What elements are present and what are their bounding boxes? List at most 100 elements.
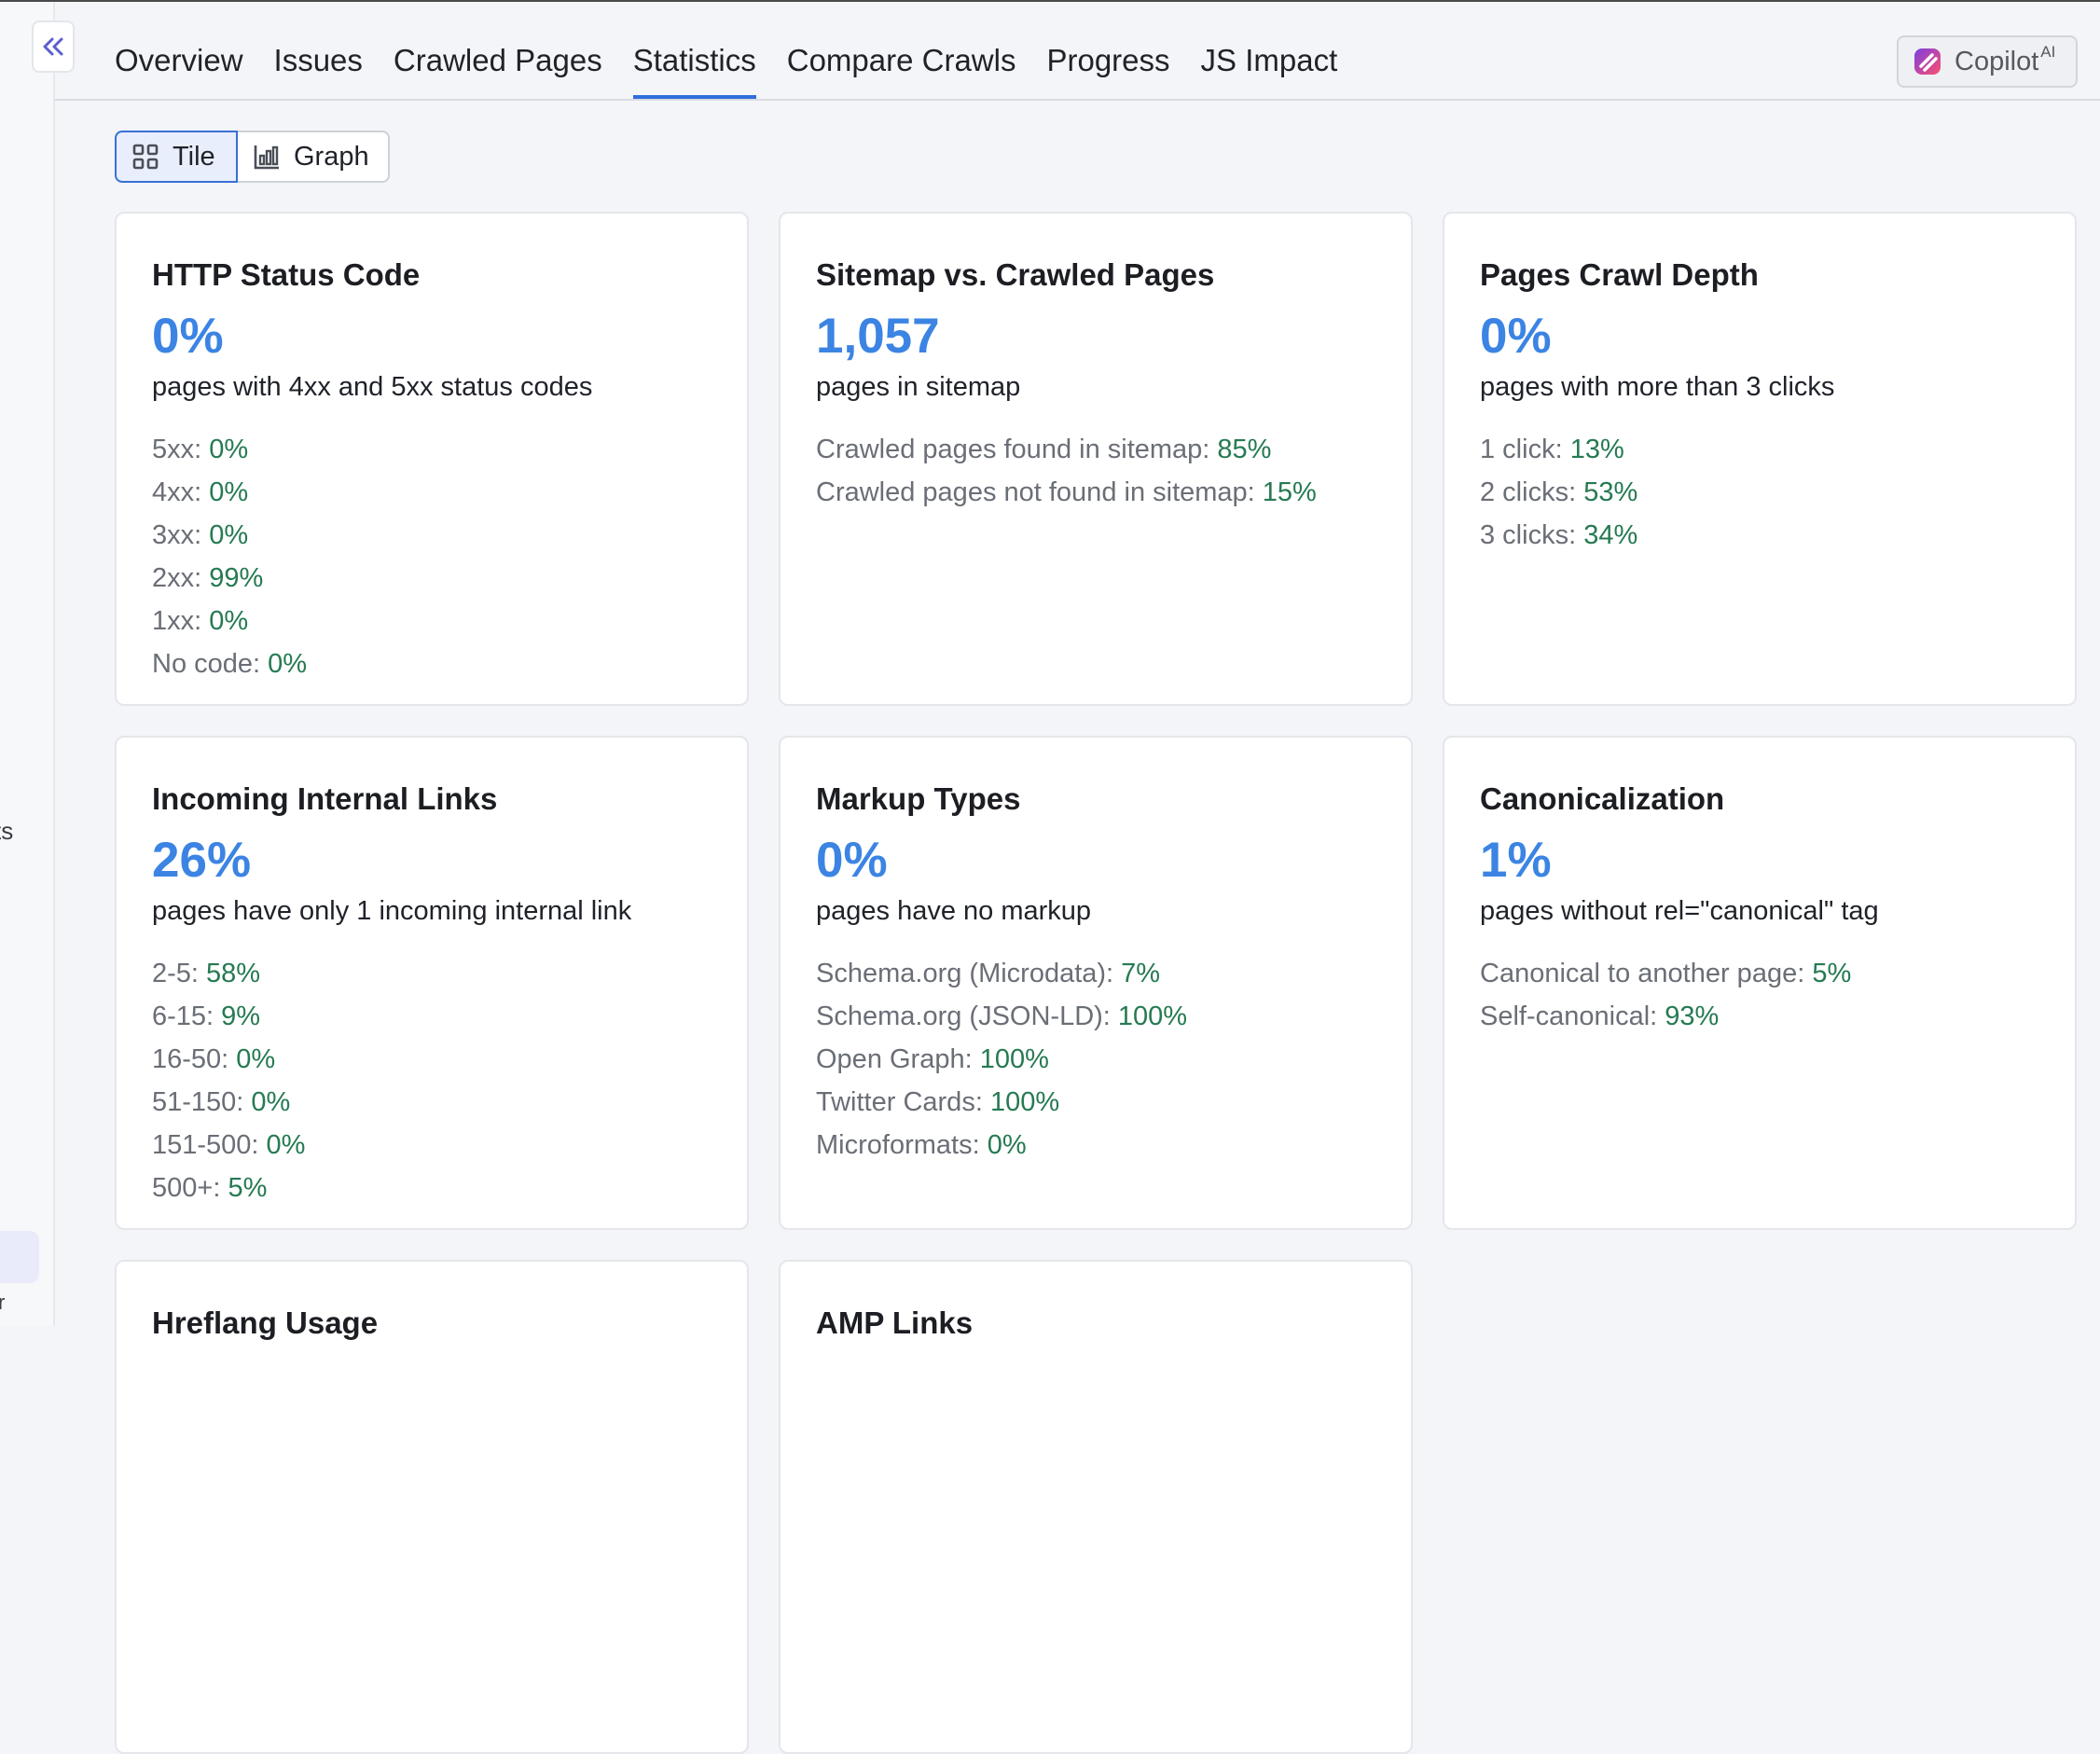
card-breakdown-list: Schema.org (Microdata): 7% Schema.org (JS… [816, 952, 1411, 1167]
breakdown-label: 2xx: [152, 563, 210, 593]
sidebar-item-label-partial[interactable]: ts [0, 817, 13, 846]
breakdown-label: 1 click: [1480, 435, 1570, 464]
bar-chart-icon [254, 145, 279, 170]
card-description: pages have no markup [816, 896, 1092, 926]
tab-bar: Overview Issues Crawled Pages Statistics… [115, 0, 1368, 100]
breakdown-value: 13% [1569, 435, 1624, 464]
copilot-logo-icon [1914, 48, 1941, 75]
stat-card-markup-types[interactable]: Markup Types 0% pages have no markup Schema… [779, 736, 1413, 1230]
sidebar-item-active[interactable] [0, 1231, 39, 1283]
graph-view-label: Graph [294, 141, 369, 172]
breakdown-label: Open Graph: [816, 1044, 980, 1074]
breakdown-value: 100% [1117, 1001, 1188, 1031]
card-headline-value: 1% [1480, 833, 1552, 888]
tab-statistics[interactable]: Statistics [632, 0, 756, 100]
breakdown-row: Open Graph: 100% [816, 1038, 1411, 1081]
stat-card-canonicalization[interactable]: Canonicalization 1% pages without rel="can… [1443, 736, 2077, 1230]
breakdown-row: 3 clicks: 34% [1480, 514, 2075, 557]
stat-card-http-status-code[interactable]: HTTP Status Code 0% pages with 4xx and 5xx… [115, 212, 749, 706]
card-breakdown-list: Crawled pages found in sitemap: 85% Crawl… [816, 428, 1411, 514]
breakdown-label: Microformats: [816, 1130, 988, 1160]
breakdown-value: 99% [209, 563, 264, 593]
stat-card-hreflang-usage[interactable]: Hreflang Usage [115, 1260, 749, 1754]
stat-card-amp-links[interactable]: AMP Links [779, 1260, 1413, 1754]
card-description: pages with more than 3 clicks [1480, 372, 1835, 402]
breakdown-value: 0% [209, 520, 249, 550]
breakdown-row: 2 clicks: 53% [1480, 471, 2075, 514]
card-breakdown-list: 1 click: 13% 2 clicks: 53% 3 clicks: 34% [1480, 428, 2075, 557]
breakdown-label: 3 clicks: [1480, 520, 1584, 550]
breakdown-value: 0% [209, 435, 249, 464]
tab-progress[interactable]: Progress [1046, 0, 1169, 100]
tab-overview[interactable]: Overview [115, 0, 243, 100]
breakdown-value: 15% [1262, 477, 1317, 507]
breakdown-row: 5xx: 0% [152, 428, 747, 471]
breakdown-label: 3xx: [152, 520, 210, 550]
breakdown-value: 100% [989, 1087, 1060, 1117]
tab-issues[interactable]: Issues [274, 0, 363, 100]
tabs-divider [55, 99, 2100, 101]
breakdown-row: Twitter Cards: 100% [816, 1081, 1411, 1124]
breakdown-label: 2-5: [152, 959, 207, 988]
breakdown-value: 34% [1583, 520, 1638, 550]
card-description: pages have only 1 incoming internal link [152, 896, 632, 926]
breakdown-value: 0% [209, 477, 249, 507]
breakdown-row: 1xx: 0% [152, 600, 747, 642]
double-chevron-left-icon [43, 37, 63, 56]
breakdown-value: 5% [1812, 959, 1852, 988]
breakdown-row: 51-150: 0% [152, 1081, 747, 1124]
breakdown-value: 9% [221, 1001, 261, 1031]
sidebar [0, 2, 55, 1326]
breakdown-label: Schema.org (JSON-LD): [816, 1001, 1118, 1031]
tab-crawled-pages[interactable]: Crawled Pages [394, 0, 602, 100]
stat-card-sitemap-vs-crawled[interactable]: Sitemap vs. Crawled Pages 1,057 pages in s… [779, 212, 1413, 706]
breakdown-row: 4xx: 0% [152, 471, 747, 514]
card-title: AMP Links [816, 1305, 974, 1340]
breakdown-label: 4xx: [152, 477, 210, 507]
breakdown-row: 151-500: 0% [152, 1124, 747, 1167]
tab-js-impact[interactable]: JS Impact [1201, 0, 1338, 100]
breakdown-label: Crawled pages not found in sitemap: [816, 477, 1263, 507]
card-title: Incoming Internal Links [152, 781, 498, 816]
breakdown-label: Schema.org (Microdata): [816, 959, 1122, 988]
copilot-superscript: AI [2040, 43, 2056, 61]
sidebar-item-partial[interactable]: r [0, 1291, 5, 1315]
tile-view-label: Tile [173, 141, 215, 172]
tile-view-button[interactable]: Tile [115, 131, 238, 183]
card-title: Markup Types [816, 781, 1021, 816]
card-description: pages in sitemap [816, 372, 1021, 402]
card-headline-value: 0% [1480, 309, 1552, 364]
card-breakdown-list: 2-5: 58% 6-15: 9% 16-50: 0% 51-150: 0% 151-5… [152, 952, 747, 1209]
breakdown-label: No code: [152, 649, 269, 679]
copilot-button[interactable]: Copilot AI [1897, 35, 2078, 88]
card-title: Hreflang Usage [152, 1305, 379, 1340]
breakdown-value: 5% [228, 1173, 268, 1203]
card-title: Pages Crawl Depth [1480, 257, 1759, 292]
stat-card-crawl-depth[interactable]: Pages Crawl Depth 0% pages with more than … [1443, 212, 2077, 706]
breakdown-label: Canonical to another page: [1480, 959, 1813, 988]
breakdown-label: Crawled pages found in sitemap: [816, 435, 1218, 464]
breakdown-row: Schema.org (JSON-LD): 100% [816, 995, 1411, 1038]
card-headline-value: 0% [816, 833, 888, 888]
stat-card-incoming-internal-links[interactable]: Incoming Internal Links 26% pages have onl… [115, 736, 749, 1230]
breakdown-value: 53% [1583, 477, 1638, 507]
breakdown-row: 3xx: 0% [152, 514, 747, 557]
card-breakdown-list: 5xx: 0% 4xx: 0% 3xx: 0% 2xx: 99% 1xx: 0% No c… [152, 428, 747, 685]
breakdown-row: 2-5: 58% [152, 952, 747, 995]
breakdown-label: 5xx: [152, 435, 210, 464]
breakdown-row: No code: 0% [152, 642, 747, 685]
card-headline-value: 0% [152, 309, 224, 364]
breakdown-row: 2xx: 99% [152, 557, 747, 600]
card-title: HTTP Status Code [152, 257, 421, 292]
breakdown-label: 6-15: [152, 1001, 222, 1031]
breakdown-value: 0% [251, 1087, 291, 1117]
breakdown-value: 58% [206, 959, 261, 988]
view-toggle: Tile Graph [115, 131, 390, 183]
graph-view-button[interactable]: Graph [238, 131, 390, 183]
breakdown-label: 151-500: [152, 1130, 267, 1160]
breakdown-row: Self-canonical: 93% [1480, 995, 2075, 1038]
card-description: pages without rel="canonical" tag [1480, 896, 1879, 926]
breakdown-row: Crawled pages not found in sitemap: 15% [816, 471, 1411, 514]
collapse-sidebar-button[interactable] [32, 21, 75, 73]
tab-compare-crawls[interactable]: Compare Crawls [787, 0, 1016, 100]
